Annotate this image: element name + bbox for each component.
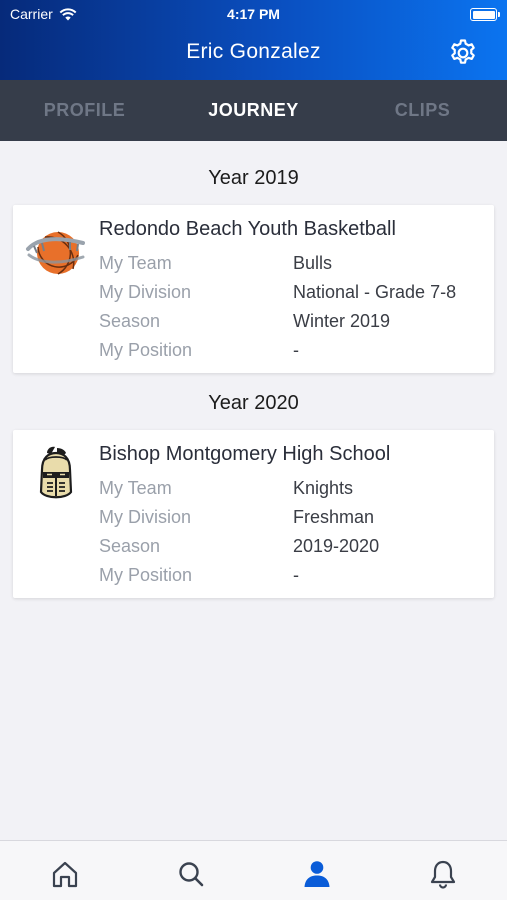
basketball-icon (26, 231, 85, 275)
detail-label: Season (99, 536, 161, 556)
bell-icon[interactable] (428, 859, 458, 889)
year-heading: Year 2020 (208, 392, 299, 414)
battery-icon (470, 8, 500, 21)
gear-icon[interactable] (448, 38, 478, 68)
tab-profile[interactable]: PROFILE (0, 80, 169, 141)
detail-label: My Position (99, 340, 193, 360)
detail-label: My Division (99, 507, 192, 527)
tab-journey[interactable]: JOURNEY (169, 80, 338, 141)
app-header: Carrier 4:17 PM Eric Gonzalez (0, 0, 507, 80)
detail-row-division: My Division Freshman (99, 507, 489, 531)
detail-row-position: My Position - (99, 565, 489, 589)
detail-row-division: My Division National - Grade 7-8 (99, 282, 489, 306)
detail-value: Freshman (293, 507, 375, 527)
detail-row-season: Season Winter 2019 (99, 311, 489, 335)
detail-label: My Division (99, 282, 192, 302)
organization-name: Bishop Montgomery High School (99, 443, 391, 465)
detail-value: - (293, 340, 299, 360)
detail-label: My Position (99, 565, 193, 585)
bottom-tab-bar (0, 840, 507, 900)
detail-label: My Team (99, 253, 172, 273)
detail-value: Knights (293, 478, 354, 498)
search-icon[interactable] (176, 859, 206, 889)
page-title: Eric Gonzalez (186, 40, 321, 63)
detail-row-season: Season 2019-2020 (99, 536, 489, 560)
status-bar: Carrier 4:17 PM (0, 5, 507, 25)
year-heading: Year 2019 (208, 167, 299, 189)
detail-value: Winter 2019 (293, 311, 391, 331)
knight-helmet-icon (39, 446, 73, 499)
detail-row-team: My Team Bulls (99, 253, 489, 277)
journey-tabs: PROFILE JOURNEY CLIPS (0, 80, 507, 141)
detail-label: My Team (99, 478, 172, 498)
status-time: 4:17 PM (227, 6, 280, 22)
detail-row-position: My Position - (99, 340, 489, 364)
person-icon[interactable] (302, 859, 332, 889)
detail-label: Season (99, 311, 161, 331)
tab-clips[interactable]: CLIPS (338, 80, 507, 141)
detail-value: 2019-2020 (293, 536, 380, 556)
detail-value: National - Grade 7-8 (293, 282, 457, 302)
home-icon[interactable] (50, 859, 80, 889)
detail-row-team: My Team Knights (99, 478, 489, 502)
journey-card[interactable]: Bishop Montgomery High School My Team Kn… (13, 430, 494, 598)
organization-name: Redondo Beach Youth Basketball (99, 218, 396, 240)
detail-value: Bulls (293, 253, 333, 273)
detail-value: - (293, 565, 299, 585)
journey-card[interactable]: Redondo Beach Youth Basketball My Team B… (13, 205, 494, 373)
